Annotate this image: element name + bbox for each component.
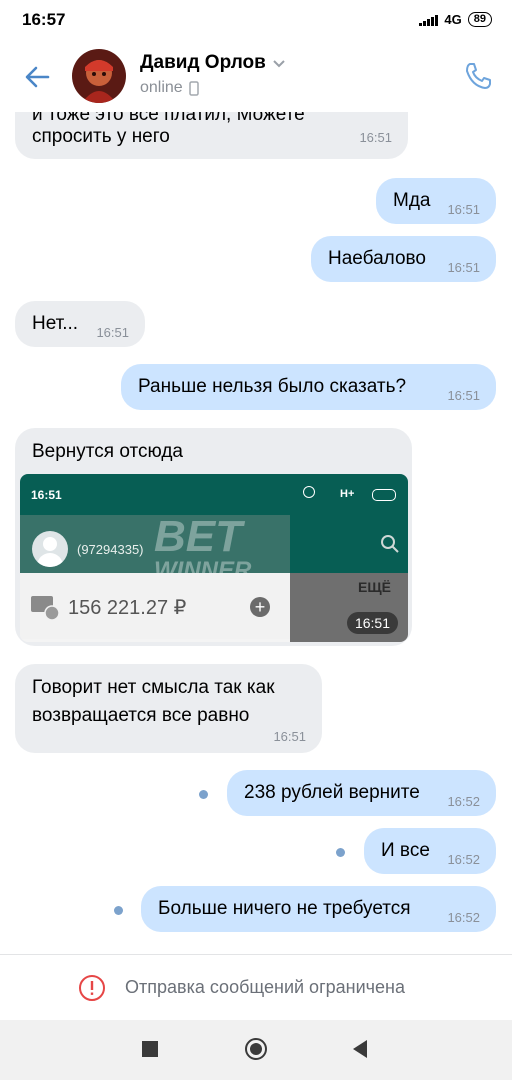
alarm-icon bbox=[303, 486, 315, 498]
image-attachment[interactable]: 16:51 H+ (97294335) BET WINNER 156 221.2… bbox=[20, 474, 408, 642]
outgoing-message[interactable]: 238 рублей верните 16:52 bbox=[227, 770, 496, 816]
image-time-chip: 16:51 bbox=[346, 612, 398, 634]
message-time: 16:51 bbox=[447, 388, 480, 403]
message-time: 16:51 bbox=[447, 202, 480, 217]
incoming-message[interactable]: Говорит нет смысла так как возвращается … bbox=[15, 664, 322, 753]
message-time: 16:51 bbox=[359, 130, 392, 145]
add-icon: + bbox=[250, 597, 270, 617]
incoming-message[interactable]: Нет... 16:51 bbox=[15, 301, 145, 347]
chat-header: Давид Орлов online bbox=[0, 40, 512, 112]
unread-indicator bbox=[336, 848, 345, 857]
side-label: ЕЩЁ bbox=[358, 579, 391, 595]
message-time: 16:51 bbox=[447, 260, 480, 275]
message-text: Нет... bbox=[32, 313, 79, 334]
message-text-line: спросить у него bbox=[32, 126, 170, 147]
message-time: 16:51 bbox=[273, 729, 306, 744]
screenshot-time: 16:51 bbox=[31, 488, 62, 502]
battery-icon bbox=[372, 489, 396, 501]
message-time: 16:51 bbox=[96, 325, 129, 340]
system-navigation-bar bbox=[0, 1020, 512, 1080]
message-text: Больше ничего не требуется bbox=[158, 898, 411, 919]
message-text: Мда bbox=[393, 190, 431, 211]
message-time: 16:52 bbox=[447, 910, 480, 925]
outgoing-message[interactable]: Раньше нельзя было сказать? 16:51 bbox=[121, 364, 496, 410]
wallet-icon bbox=[31, 596, 60, 621]
unread-indicator bbox=[199, 790, 208, 799]
message-text: Вернутся отсюда bbox=[32, 441, 183, 462]
status-bar: 16:57 4G 89 bbox=[0, 0, 512, 40]
message-text-line: возвращается все равно bbox=[32, 705, 250, 726]
unread-indicator bbox=[114, 906, 123, 915]
signal-icon bbox=[419, 14, 439, 26]
message-list[interactable]: и тоже это все платил, Можете спросить у… bbox=[0, 112, 512, 954]
network-type: 4G bbox=[444, 12, 462, 27]
back-arrow-icon[interactable] bbox=[22, 62, 52, 92]
message-restriction-banner: Отправка сообщений ограничена bbox=[0, 954, 512, 1021]
online-status: online bbox=[140, 79, 199, 97]
outgoing-message[interactable]: Мда 16:51 bbox=[376, 178, 496, 224]
restriction-text: Отправка сообщений ограничена bbox=[125, 977, 405, 997]
screenshot-network: H+ bbox=[340, 488, 355, 500]
message-text: 238 рублей верните bbox=[244, 782, 420, 803]
status-icons: 4G 89 bbox=[419, 12, 492, 27]
outgoing-message[interactable]: Больше ничего не требуется 16:52 bbox=[141, 886, 496, 932]
avatar[interactable] bbox=[72, 49, 126, 103]
contact-name: Давид Орлов bbox=[140, 52, 266, 73]
profile-avatar-icon bbox=[32, 531, 68, 567]
incoming-message[interactable]: и тоже это все платил, Можете спросить у… bbox=[15, 112, 408, 159]
watermark-text: BET bbox=[154, 512, 242, 561]
back-nav-icon[interactable] bbox=[351, 1039, 369, 1059]
account-number: (97294335) bbox=[77, 542, 144, 557]
message-time: 16:52 bbox=[447, 852, 480, 867]
message-text-line: Говорит нет смысла так как bbox=[32, 677, 275, 698]
outgoing-message[interactable]: И все 16:52 bbox=[364, 828, 496, 874]
warning-icon bbox=[79, 975, 105, 1001]
screenshot-status-bar: 16:51 H+ bbox=[20, 474, 408, 515]
mobile-device-icon bbox=[188, 80, 199, 96]
status-text: online bbox=[140, 79, 183, 96]
balance-panel: 156 221.27 ₽ + bbox=[20, 573, 290, 639]
outgoing-message[interactable]: Наебалово 16:51 bbox=[311, 236, 496, 282]
home-icon[interactable] bbox=[245, 1038, 267, 1060]
chevron-down-icon bbox=[273, 60, 285, 68]
message-time: 16:52 bbox=[447, 794, 480, 809]
contact-name-row[interactable]: Давид Орлов bbox=[140, 52, 286, 74]
balance-value: 156 221.27 ₽ bbox=[68, 597, 187, 619]
status-time: 16:57 bbox=[22, 10, 66, 29]
battery-indicator: 89 bbox=[467, 12, 492, 27]
message-text: И все bbox=[381, 840, 430, 861]
phone-call-icon[interactable] bbox=[462, 60, 494, 92]
recent-apps-icon[interactable] bbox=[142, 1041, 158, 1057]
search-icon bbox=[381, 535, 399, 553]
message-text: Наебалово bbox=[328, 248, 426, 269]
message-text: Раньше нельзя было сказать? bbox=[138, 376, 407, 397]
